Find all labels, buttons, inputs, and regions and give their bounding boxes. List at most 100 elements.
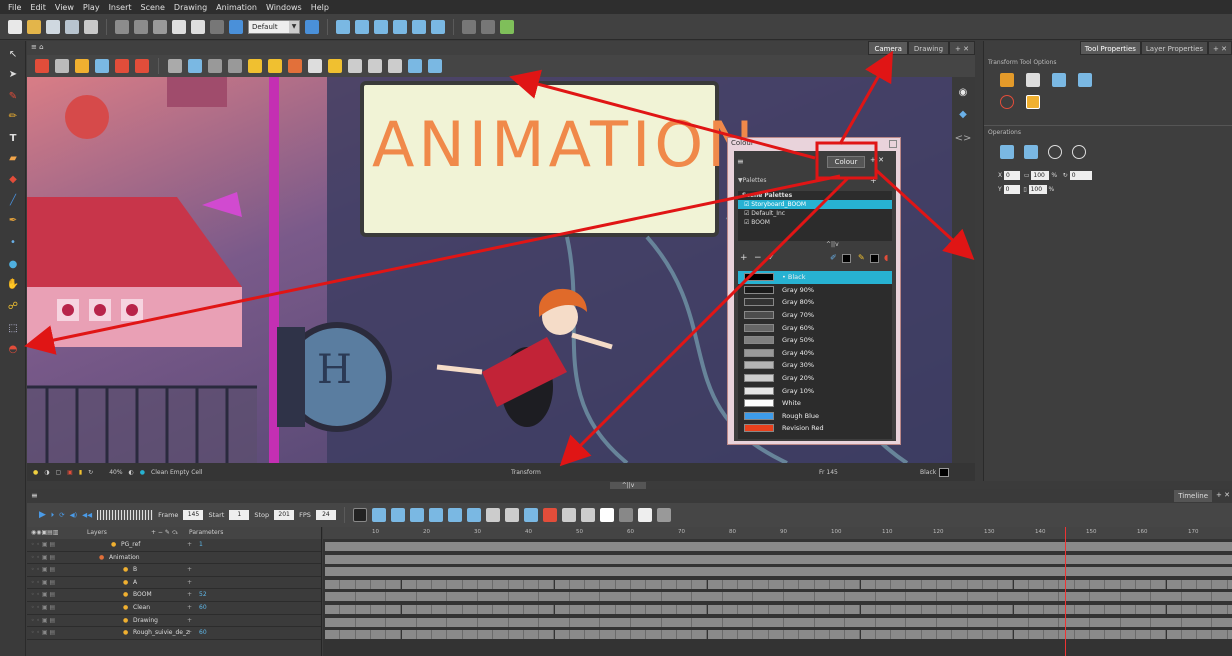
timeline-cell[interactable] (554, 579, 570, 589)
timeline-cell[interactable] (508, 592, 540, 602)
panel-menu-icon[interactable]: ≡ (737, 157, 744, 166)
timeline-cell[interactable] (1151, 630, 1167, 640)
copy-icon[interactable] (172, 19, 186, 34)
timeline-cell[interactable] (340, 630, 356, 640)
workspace-save-icon[interactable] (305, 19, 319, 34)
dropper-tool-icon[interactable]: • (6, 235, 20, 249)
stop-field[interactable]: 201 (274, 510, 295, 520)
timeline-cell[interactable] (432, 630, 448, 640)
menu-play[interactable]: Play (83, 3, 100, 12)
redo-icon[interactable] (134, 19, 148, 34)
grid-icon[interactable] (481, 19, 495, 34)
palette-item[interactable]: ☑ BOOM (738, 218, 892, 227)
layer-row[interactable]: ◦ ◦ ▣ ▤ ● Drawing + (27, 615, 321, 628)
layer-row[interactable]: ◦ ◦ ▣ ▤ ● BOOM +52 (27, 589, 321, 602)
onion-icon[interactable] (462, 19, 476, 34)
tab-tool-properties[interactable]: Tool Properties (1079, 41, 1141, 55)
menu-drawing[interactable]: Drawing (174, 3, 207, 12)
x-field[interactable]: 0 (1004, 171, 1021, 180)
motion-icon[interactable] (523, 508, 538, 522)
palette-item[interactable]: ☑ Default_Inc (738, 209, 892, 218)
timeline-cell[interactable] (1197, 605, 1213, 614)
timeline-cell[interactable] (539, 617, 570, 627)
pencil-tool-icon[interactable]: ✏ (6, 109, 20, 123)
frame-field[interactable]: 145 (183, 510, 204, 520)
timeline-cell[interactable] (661, 617, 693, 627)
timeline-cell[interactable] (355, 605, 371, 614)
timeline-cell[interactable] (1212, 630, 1228, 640)
extend-icon[interactable] (466, 508, 481, 522)
layer-toggle-icons[interactable]: ◦ ◦ ▣ ▤ (31, 589, 55, 601)
timeline-cell[interactable] (799, 605, 815, 614)
timeline-cell[interactable] (875, 630, 892, 640)
timeline-cell[interactable] (937, 579, 953, 589)
align-icon[interactable] (348, 59, 362, 73)
timeline-cell[interactable] (1059, 605, 1075, 614)
timeline-cell[interactable] (676, 630, 693, 640)
timeline-cell[interactable] (1151, 592, 1182, 602)
timeline-cell[interactable] (738, 630, 754, 640)
timeline-cell[interactable] (600, 579, 616, 589)
timeline-cell[interactable] (1090, 617, 1121, 627)
onion-skin-icon[interactable] (208, 59, 222, 73)
timeline-cell[interactable] (615, 630, 631, 640)
timeline-cell[interactable] (753, 630, 769, 640)
swatch-row[interactable]: Gray 80% (738, 296, 892, 309)
y-field[interactable]: 0 (1003, 185, 1020, 194)
timeline-cell[interactable] (1197, 579, 1213, 589)
zoom-value[interactable]: 40% (109, 469, 122, 476)
key-in-icon[interactable] (485, 508, 500, 522)
magic-icon[interactable] (500, 19, 514, 34)
timeline-cell[interactable] (1120, 592, 1152, 602)
layer-row[interactable]: ◦ ◦ ▣ ▤ ● Rough_suivie_de_z +60 (27, 627, 321, 640)
timeline-cell[interactable] (370, 605, 387, 614)
tab-colour[interactable]: Colour (827, 156, 865, 168)
timeline-cell[interactable] (784, 630, 800, 640)
timeline-cell[interactable] (661, 605, 677, 614)
add-colour-icon[interactable]: + (740, 253, 748, 263)
xsheet-frames[interactable]: 10 20 30 40 50 60 70 80 90 100 110 120 130 140 150 160 1… (323, 527, 1232, 656)
timeline-cell[interactable] (875, 592, 907, 602)
timeline-cell[interactable] (860, 579, 876, 589)
timeline-cell[interactable] (967, 630, 983, 640)
distribute-icon[interactable] (368, 59, 382, 73)
timeline-cell[interactable] (386, 605, 402, 614)
timeline-cell[interactable] (738, 605, 754, 614)
timeline-cell[interactable] (416, 617, 448, 627)
timeline-cell[interactable] (906, 630, 922, 640)
timeline-cell[interactable] (325, 630, 341, 640)
timeline-cell[interactable] (692, 605, 708, 614)
bone-mode-icon[interactable] (1078, 73, 1092, 87)
flip-horizontal-icon[interactable] (1000, 145, 1014, 159)
timeline-cell[interactable] (1151, 579, 1167, 589)
play-selection-icon[interactable]: ⏵ (51, 511, 54, 520)
timeline-cell[interactable] (814, 579, 830, 589)
timeline-cell[interactable] (814, 605, 830, 614)
timeline-cell[interactable] (845, 579, 861, 589)
timeline-cell[interactable] (478, 617, 509, 627)
timeline-cell[interactable] (906, 605, 922, 614)
timeline-cell[interactable] (1028, 579, 1045, 589)
speed-slider[interactable] (97, 510, 154, 520)
peg-mode-icon[interactable] (1052, 73, 1066, 87)
timeline-cell[interactable] (707, 630, 723, 640)
timeline-cell[interactable] (967, 579, 983, 589)
timeline-cell[interactable] (814, 630, 830, 640)
add-icon[interactable]: + (187, 589, 192, 601)
undo-icon[interactable] (115, 19, 129, 34)
timeline-cell[interactable] (952, 630, 968, 640)
timeline-cell[interactable] (569, 630, 586, 640)
timeline-cell[interactable] (998, 592, 1029, 602)
timeline-cell[interactable] (1044, 605, 1060, 614)
timeline-cell[interactable] (386, 592, 417, 602)
dot-icon[interactable] (618, 508, 633, 522)
playhead[interactable] (1064, 527, 1066, 656)
layer-tools[interactable]: + − ✎ ⤼ (151, 527, 178, 539)
timeline-cell[interactable] (753, 605, 769, 614)
timeline-cell[interactable] (1028, 592, 1060, 602)
timeline-cell[interactable] (998, 617, 1029, 627)
timeline-cell[interactable] (1059, 579, 1075, 589)
timeline-cell[interactable] (937, 617, 968, 627)
restore-icon[interactable] (889, 140, 897, 148)
flip-icon[interactable] (408, 59, 422, 73)
